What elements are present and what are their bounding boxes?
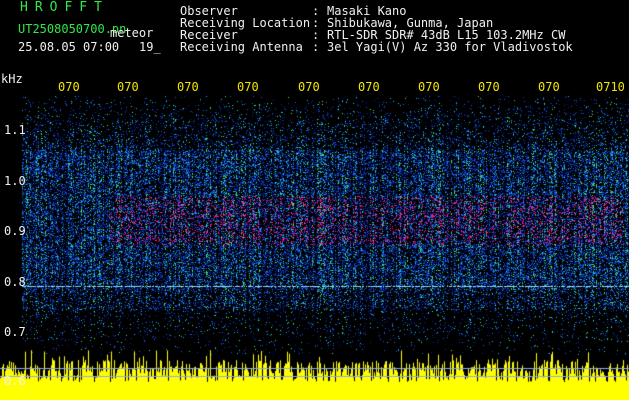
- y-tick-label: 1.0: [4, 174, 26, 188]
- time-label: 070: [58, 80, 80, 94]
- time-label: 070: [358, 80, 380, 94]
- y-tick-label: 0.7: [4, 325, 26, 339]
- time-label: 070: [298, 80, 320, 94]
- time-label: 070: [117, 80, 139, 94]
- colon: :: [312, 40, 320, 54]
- y-tick-label: 0.9: [4, 224, 26, 238]
- y-tick-label: 0.6: [4, 374, 26, 388]
- y-unit-label: kHz: [1, 72, 23, 86]
- app-title: HROFFT: [20, 0, 109, 15]
- time-label: 070: [538, 80, 560, 94]
- antenna-label: Receiving Antenna: [180, 40, 303, 54]
- time-label: 070: [177, 80, 199, 94]
- y-tick-label: 0.8: [4, 275, 26, 289]
- category-label: meteor: [110, 26, 154, 40]
- antenna-value: 3el Yagi(V) Az 330 for Vladivostok: [327, 40, 573, 54]
- datetime-label: 25.08.05 07:00: [18, 40, 120, 54]
- time-label: 070: [418, 80, 440, 94]
- time-label: 070: [478, 80, 500, 94]
- spectrogram: [0, 0, 629, 400]
- time-label: 0710: [596, 80, 625, 94]
- time-label: 070: [237, 80, 259, 94]
- y-tick-label: 1.1: [4, 123, 26, 137]
- count-label: 19_: [139, 40, 161, 54]
